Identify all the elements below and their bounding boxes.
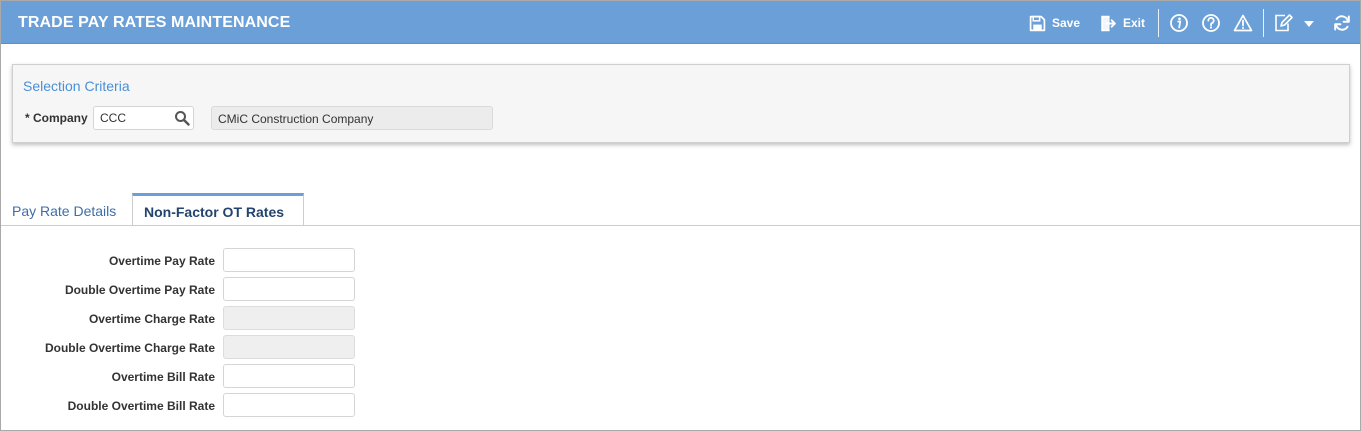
warning-icon[interactable] <box>1233 13 1253 33</box>
app-window: TRADE PAY RATES MAINTENANCE Save Exit Se… <box>0 0 1361 431</box>
header-bar: TRADE PAY RATES MAINTENANCE Save Exit <box>1 1 1360 44</box>
save-icon <box>1029 15 1046 31</box>
selection-criteria-panel: Selection Criteria * Company CMiC Constr… <box>12 64 1350 143</box>
search-icon[interactable] <box>174 110 190 126</box>
exit-icon <box>1101 15 1116 31</box>
toolbar-divider <box>1158 9 1159 37</box>
double-overtime-pay-rate-label: Double Overtime Pay Rate <box>64 283 215 297</box>
page-title: TRADE PAY RATES MAINTENANCE <box>18 14 291 31</box>
double-overtime-bill-rate-label: Double Overtime Bill Rate <box>67 399 215 413</box>
exit-button[interactable]: Exit <box>1100 12 1145 34</box>
company-label: * Company <box>25 111 88 125</box>
overtime-bill-rate-input[interactable] <box>223 364 355 388</box>
double-overtime-charge-rate-input <box>223 335 355 359</box>
section-title: Selection Criteria <box>23 78 130 94</box>
overtime-pay-rate-label: Overtime Pay Rate <box>108 254 215 268</box>
overtime-charge-rate-label: Overtime Charge Rate <box>88 312 215 326</box>
edit-icon[interactable] <box>1273 13 1293 33</box>
exit-label: Exit <box>1123 16 1146 30</box>
toolbar-divider <box>1263 9 1264 37</box>
double-overtime-bill-rate-input[interactable] <box>223 393 355 417</box>
double-overtime-charge-rate-label: Double Overtime Charge Rate <box>44 341 215 355</box>
company-name-display: CMiC Construction Company <box>211 106 493 130</box>
refresh-icon[interactable] <box>1332 13 1352 33</box>
save-button[interactable]: Save <box>1029 12 1080 34</box>
save-label: Save <box>1052 16 1081 30</box>
info-icon[interactable] <box>1169 13 1189 33</box>
chevron-down-icon[interactable] <box>1301 13 1317 33</box>
help-icon[interactable] <box>1201 13 1221 33</box>
tab-non-factor-ot-rates[interactable]: Non-Factor OT Rates <box>132 193 304 226</box>
overtime-pay-rate-input[interactable] <box>223 248 355 272</box>
tab-divider <box>1 225 1360 226</box>
overtime-charge-rate-input <box>223 306 355 330</box>
tab-pay-rate-details[interactable]: Pay Rate Details <box>1 193 131 226</box>
double-overtime-pay-rate-input[interactable] <box>223 277 355 301</box>
overtime-bill-rate-label: Overtime Bill Rate <box>111 370 215 384</box>
